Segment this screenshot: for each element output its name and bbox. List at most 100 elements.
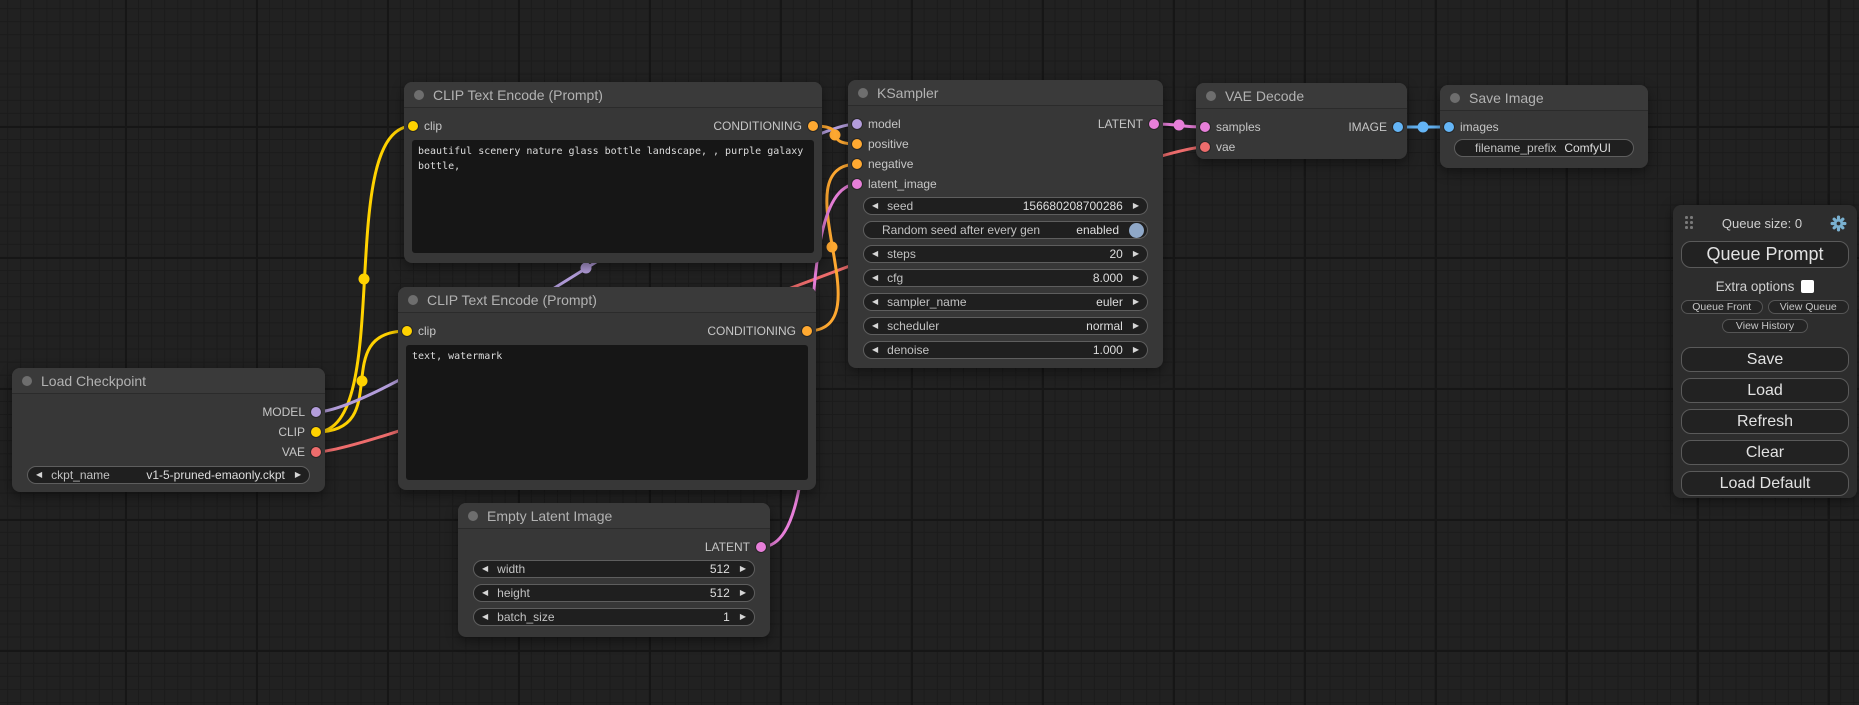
link-dot[interactable] [359, 274, 370, 285]
output-port-conditioning[interactable] [808, 121, 818, 131]
next-value-arrow-icon[interactable]: ▶ [740, 613, 746, 621]
output-port-clip[interactable] [311, 427, 321, 437]
toggle-knob-icon[interactable] [1129, 223, 1144, 238]
queue-front-button[interactable]: Queue Front [1681, 300, 1763, 314]
node-titlebar[interactable]: VAE Decode [1196, 83, 1407, 109]
node-title: KSampler [877, 85, 938, 101]
input-port-model[interactable] [852, 119, 862, 129]
prev-value-arrow-icon[interactable]: ◀ [872, 250, 878, 258]
link-dot[interactable] [1174, 120, 1185, 131]
input-port-negative[interactable] [852, 159, 862, 169]
widget-steps[interactable]: ◀ steps 20 ▶ [863, 245, 1148, 263]
widget-seed[interactable]: ◀ seed 156680208700286 ▶ [863, 197, 1148, 215]
widget-denoise[interactable]: ◀ denoise 1.000 ▶ [863, 341, 1148, 359]
link-dot[interactable] [581, 263, 592, 274]
input-port-images[interactable] [1444, 122, 1454, 132]
prev-value-arrow-icon[interactable]: ◀ [482, 565, 488, 573]
widget-filename-prefix[interactable]: filename_prefix ComfyUI [1454, 139, 1634, 157]
view-history-button[interactable]: View History [1722, 319, 1808, 333]
drag-handle-icon[interactable] [1685, 216, 1694, 230]
node-titlebar[interactable]: Empty Latent Image [458, 503, 770, 529]
widget-batch-size[interactable]: ◀ batch_size 1 ▶ [473, 608, 755, 626]
next-value-arrow-icon[interactable]: ▶ [1133, 274, 1139, 282]
node-clip-text-encode-positive[interactable]: CLIP Text Encode (Prompt) clip CONDITION… [404, 82, 822, 263]
prev-value-arrow-icon[interactable]: ◀ [872, 322, 878, 330]
node-canvas[interactable]: { "icons": { "arrow_left": "◀", "arrow_r… [0, 0, 1859, 705]
input-port-samples[interactable] [1200, 122, 1210, 132]
link-dot[interactable] [357, 376, 368, 387]
node-titlebar[interactable]: CLIP Text Encode (Prompt) [398, 287, 816, 313]
next-value-arrow-icon[interactable]: ▶ [1133, 346, 1139, 354]
node-ksampler[interactable]: KSampler model LATENT positive negative … [848, 80, 1163, 368]
widget-label: scheduler [887, 319, 939, 333]
widget-scheduler[interactable]: ◀ scheduler normal ▶ [863, 317, 1148, 335]
widget-height[interactable]: ◀ height 512 ▶ [473, 584, 755, 602]
output-port-latent[interactable] [756, 542, 766, 552]
input-label: samples [1216, 120, 1261, 134]
output-port-image[interactable] [1393, 122, 1403, 132]
node-empty-latent-image[interactable]: Empty Latent Image LATENT ◀ width 512 ▶ … [458, 503, 770, 637]
node-titlebar[interactable]: Load Checkpoint [12, 368, 325, 394]
widget-ckpt-name[interactable]: ◀ ckpt_name v1-5-pruned-emaonly.ckpt ▶ [27, 466, 310, 484]
widget-cfg[interactable]: ◀ cfg 8.000 ▶ [863, 269, 1148, 287]
next-value-arrow-icon[interactable]: ▶ [740, 565, 746, 573]
load-button[interactable]: Load [1681, 378, 1849, 403]
input-port-positive[interactable] [852, 139, 862, 149]
output-port-vae[interactable] [311, 447, 321, 457]
node-load-checkpoint[interactable]: Load Checkpoint MODEL CLIP VAE ◀ ckpt_na… [12, 368, 325, 492]
input-port-clip[interactable] [408, 121, 418, 131]
widget-label: denoise [887, 343, 929, 357]
output-port-model[interactable] [311, 407, 321, 417]
refresh-button[interactable]: Refresh [1681, 409, 1849, 434]
settings-gear-icon[interactable] [1830, 215, 1847, 232]
collapse-dot-icon[interactable] [1206, 91, 1216, 101]
link-dot[interactable] [830, 130, 841, 141]
collapse-dot-icon[interactable] [858, 88, 868, 98]
prev-value-arrow-icon[interactable]: ◀ [872, 202, 878, 210]
next-value-arrow-icon[interactable]: ▶ [1133, 250, 1139, 258]
link-dot[interactable] [1418, 122, 1429, 133]
collapse-dot-icon[interactable] [408, 295, 418, 305]
next-value-arrow-icon[interactable]: ▶ [740, 589, 746, 597]
next-value-arrow-icon[interactable]: ▶ [1133, 298, 1139, 306]
next-value-arrow-icon[interactable]: ▶ [1133, 322, 1139, 330]
output-port-latent[interactable] [1149, 119, 1159, 129]
collapse-dot-icon[interactable] [1450, 93, 1460, 103]
clear-button[interactable]: Clear [1681, 440, 1849, 465]
prev-value-arrow-icon[interactable]: ◀ [482, 613, 488, 621]
prev-value-arrow-icon[interactable]: ◀ [872, 298, 878, 306]
input-port-latent-image[interactable] [852, 179, 862, 189]
node-vae-decode[interactable]: VAE Decode samples IMAGE vae [1196, 83, 1407, 159]
node-clip-text-encode-negative[interactable]: CLIP Text Encode (Prompt) clip CONDITION… [398, 287, 816, 490]
widget-sampler-name[interactable]: ◀ sampler_name euler ▶ [863, 293, 1148, 311]
collapse-dot-icon[interactable] [414, 90, 424, 100]
widget-width[interactable]: ◀ width 512 ▶ [473, 560, 755, 578]
prev-value-arrow-icon[interactable]: ◀ [482, 589, 488, 597]
next-value-arrow-icon[interactable]: ▶ [295, 471, 301, 479]
widget-random-seed-toggle[interactable]: Random seed after every gen enabled [863, 221, 1148, 239]
input-port-vae[interactable] [1200, 142, 1210, 152]
extra-options-checkbox[interactable] [1801, 280, 1814, 293]
view-queue-button[interactable]: View Queue [1768, 300, 1850, 314]
output-port-conditioning[interactable] [802, 326, 812, 336]
node-titlebar[interactable]: CLIP Text Encode (Prompt) [404, 82, 822, 108]
prev-value-arrow-icon[interactable]: ◀ [36, 471, 42, 479]
prev-value-arrow-icon[interactable]: ◀ [872, 346, 878, 354]
queue-prompt-button[interactable]: Queue Prompt [1681, 241, 1849, 268]
node-title: CLIP Text Encode (Prompt) [433, 87, 603, 103]
widget-value: 8.000 [1093, 271, 1123, 285]
collapse-dot-icon[interactable] [22, 376, 32, 386]
input-port-clip[interactable] [402, 326, 412, 336]
link-dot[interactable] [827, 242, 838, 253]
queue-panel: Queue size: 0 Queue Prompt Extra options… [1673, 205, 1857, 498]
prompt-textarea[interactable]: beautiful scenery nature glass bottle la… [412, 140, 814, 253]
prompt-textarea[interactable]: text, watermark [406, 345, 808, 480]
collapse-dot-icon[interactable] [468, 511, 478, 521]
node-save-image[interactable]: Save Image images filename_prefix ComfyU… [1440, 85, 1648, 168]
prev-value-arrow-icon[interactable]: ◀ [872, 274, 878, 282]
next-value-arrow-icon[interactable]: ▶ [1133, 202, 1139, 210]
save-button[interactable]: Save [1681, 347, 1849, 372]
node-titlebar[interactable]: Save Image [1440, 85, 1648, 111]
load-default-button[interactable]: Load Default [1681, 471, 1849, 496]
node-titlebar[interactable]: KSampler [848, 80, 1163, 106]
